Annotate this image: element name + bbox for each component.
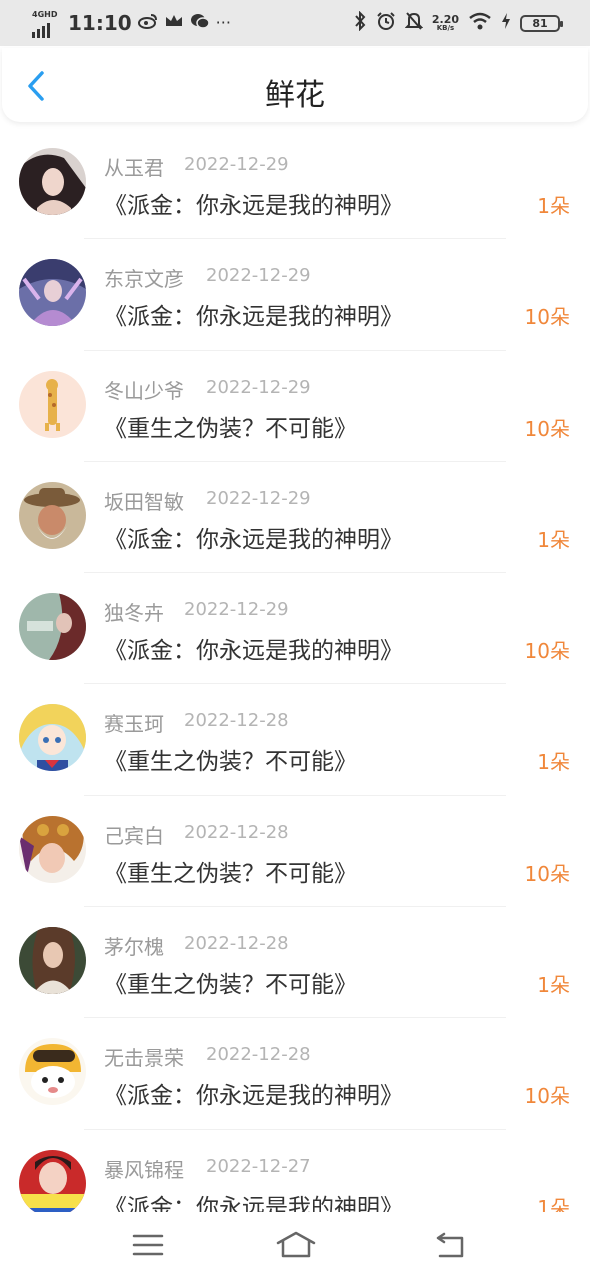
battery-level: 81 xyxy=(532,16,548,30)
network-speed: 2.20 KB/s xyxy=(431,13,459,32)
crown-icon xyxy=(164,13,184,33)
avatar[interactable] xyxy=(19,704,86,772)
avatar[interactable] xyxy=(19,815,86,883)
avatar[interactable] xyxy=(19,481,86,549)
gift-date: 2022-12-29 xyxy=(184,154,289,175)
charging-icon xyxy=(501,12,511,34)
book-title[interactable]: 《派金：你永远是我的神明》 xyxy=(104,186,403,220)
wechat-icon xyxy=(190,13,210,33)
book-title[interactable]: 《重生之伪装？不可能》 xyxy=(104,742,357,776)
flower-count: 1朵 xyxy=(537,527,570,552)
book-title[interactable]: 《重生之伪装？不可能》 xyxy=(104,409,357,443)
flower-count: 10朵 xyxy=(524,1084,570,1109)
status-left: 4GHD 11:10 ··· xyxy=(32,8,231,38)
list-item[interactable]: 东京文彦 2022-12-29 《派金：你永远是我的神明》 10朵 xyxy=(0,239,590,351)
user-name: 无击景荣 xyxy=(104,1046,184,1071)
user-name: 赛玉珂 xyxy=(104,712,164,737)
user-name: 独冬卉 xyxy=(104,601,164,626)
avatar[interactable] xyxy=(19,1149,86,1217)
flower-gift-list: 从玉君 2022-12-29 《派金：你永远是我的神明》 1朵 东京文彦 202… xyxy=(0,128,590,1241)
home-button[interactable] xyxy=(275,1230,317,1260)
gift-date: 2022-12-29 xyxy=(206,376,311,398)
status-bar: 4GHD 11:10 ··· 2.20 KB/s 81 xyxy=(0,0,590,46)
list-item[interactable]: 茅尔槐 2022-12-28 《重生之伪装？不可能》 1朵 xyxy=(0,907,590,1019)
user-name: 冬山少爷 xyxy=(104,378,184,403)
avatar[interactable] xyxy=(19,370,86,438)
gift-date: 2022-12-29 xyxy=(184,599,289,621)
list-item[interactable]: 冬山少爷 2022-12-29 《重生之伪装？不可能》 10朵 xyxy=(0,351,590,462)
mute-icon xyxy=(404,11,424,35)
book-title[interactable]: 《重生之伪装？不可能》 xyxy=(104,854,357,888)
user-name: 东京文彦 xyxy=(104,267,184,292)
app-header: 鲜花 xyxy=(2,48,588,122)
user-name: 从玉君 xyxy=(104,156,164,180)
list-item[interactable]: 无击景荣 2022-12-28 《派金：你永远是我的神明》 10朵 xyxy=(0,1018,590,1130)
avatar[interactable] xyxy=(19,148,86,215)
avatar[interactable] xyxy=(19,593,86,661)
book-title[interactable]: 《派金：你永远是我的神明》 xyxy=(104,520,403,554)
status-right: 2.20 KB/s 81 xyxy=(353,8,563,38)
book-title[interactable]: 《重生之伪装？不可能》 xyxy=(104,965,357,999)
user-name: 己宾白 xyxy=(104,823,164,848)
menu-icon xyxy=(132,1234,164,1256)
cellular-signal-icon: 4GHD xyxy=(32,8,58,38)
flower-count: 1朵 xyxy=(537,750,570,775)
avatar[interactable] xyxy=(19,1038,86,1106)
book-title[interactable]: 《派金：你永远是我的神明》 xyxy=(104,631,403,665)
alarm-icon xyxy=(376,11,396,35)
gift-date: 2022-12-28 xyxy=(184,933,289,955)
list-item[interactable]: 坂田智敏 2022-12-29 《派金：你永远是我的神明》 1朵 xyxy=(0,462,590,574)
user-name: 茅尔槐 xyxy=(104,935,164,960)
gift-date: 2022-12-29 xyxy=(206,265,311,287)
gift-date: 2022-12-28 xyxy=(184,821,289,843)
gift-date: 2022-12-28 xyxy=(184,710,289,732)
menu-button[interactable] xyxy=(130,1230,166,1260)
bluetooth-icon xyxy=(353,10,367,35)
flower-count: 10朵 xyxy=(524,639,570,664)
avatar[interactable] xyxy=(19,927,86,995)
home-icon xyxy=(276,1231,316,1258)
book-title[interactable]: 《派金：你永远是我的神明》 xyxy=(104,297,403,331)
system-nav-bar xyxy=(0,1212,590,1280)
gift-date: 2022-12-27 xyxy=(206,1155,311,1177)
flower-count: 10朵 xyxy=(524,305,570,330)
gift-date: 2022-12-29 xyxy=(206,487,311,509)
weibo-icon xyxy=(137,13,158,33)
user-name: 暴风锦程 xyxy=(104,1157,184,1182)
network-type: 4GHD xyxy=(32,10,58,19)
wifi-icon xyxy=(468,12,492,34)
back-icon xyxy=(436,1232,464,1258)
flower-count: 1朵 xyxy=(537,194,570,218)
back-nav-button[interactable] xyxy=(432,1230,468,1260)
user-name: 坂田智敏 xyxy=(104,489,184,514)
list-item[interactable]: 己宾白 2022-12-28 《重生之伪装？不可能》 10朵 xyxy=(0,796,590,908)
gift-date: 2022-12-28 xyxy=(206,1044,311,1066)
list-item[interactable]: 从玉君 2022-12-29 《派金：你永远是我的神明》 1朵 xyxy=(0,128,590,240)
flower-count: 10朵 xyxy=(524,861,570,886)
page-title: 鲜花 xyxy=(265,78,325,113)
list-item[interactable]: 独冬卉 2022-12-29 《派金：你永远是我的神明》 10朵 xyxy=(0,573,590,685)
clock: 11:10 xyxy=(68,11,132,35)
list-item[interactable]: 赛玉珂 2022-12-28 《重生之伪装？不可能》 1朵 xyxy=(0,684,590,796)
book-title[interactable]: 《派金：你永远是我的神明》 xyxy=(104,1076,403,1110)
avatar[interactable] xyxy=(19,259,86,327)
battery-icon: 81 xyxy=(520,14,563,32)
more-dots-icon: ··· xyxy=(215,13,231,32)
flower-count: 10朵 xyxy=(524,416,570,441)
flower-count: 1朵 xyxy=(537,973,570,998)
